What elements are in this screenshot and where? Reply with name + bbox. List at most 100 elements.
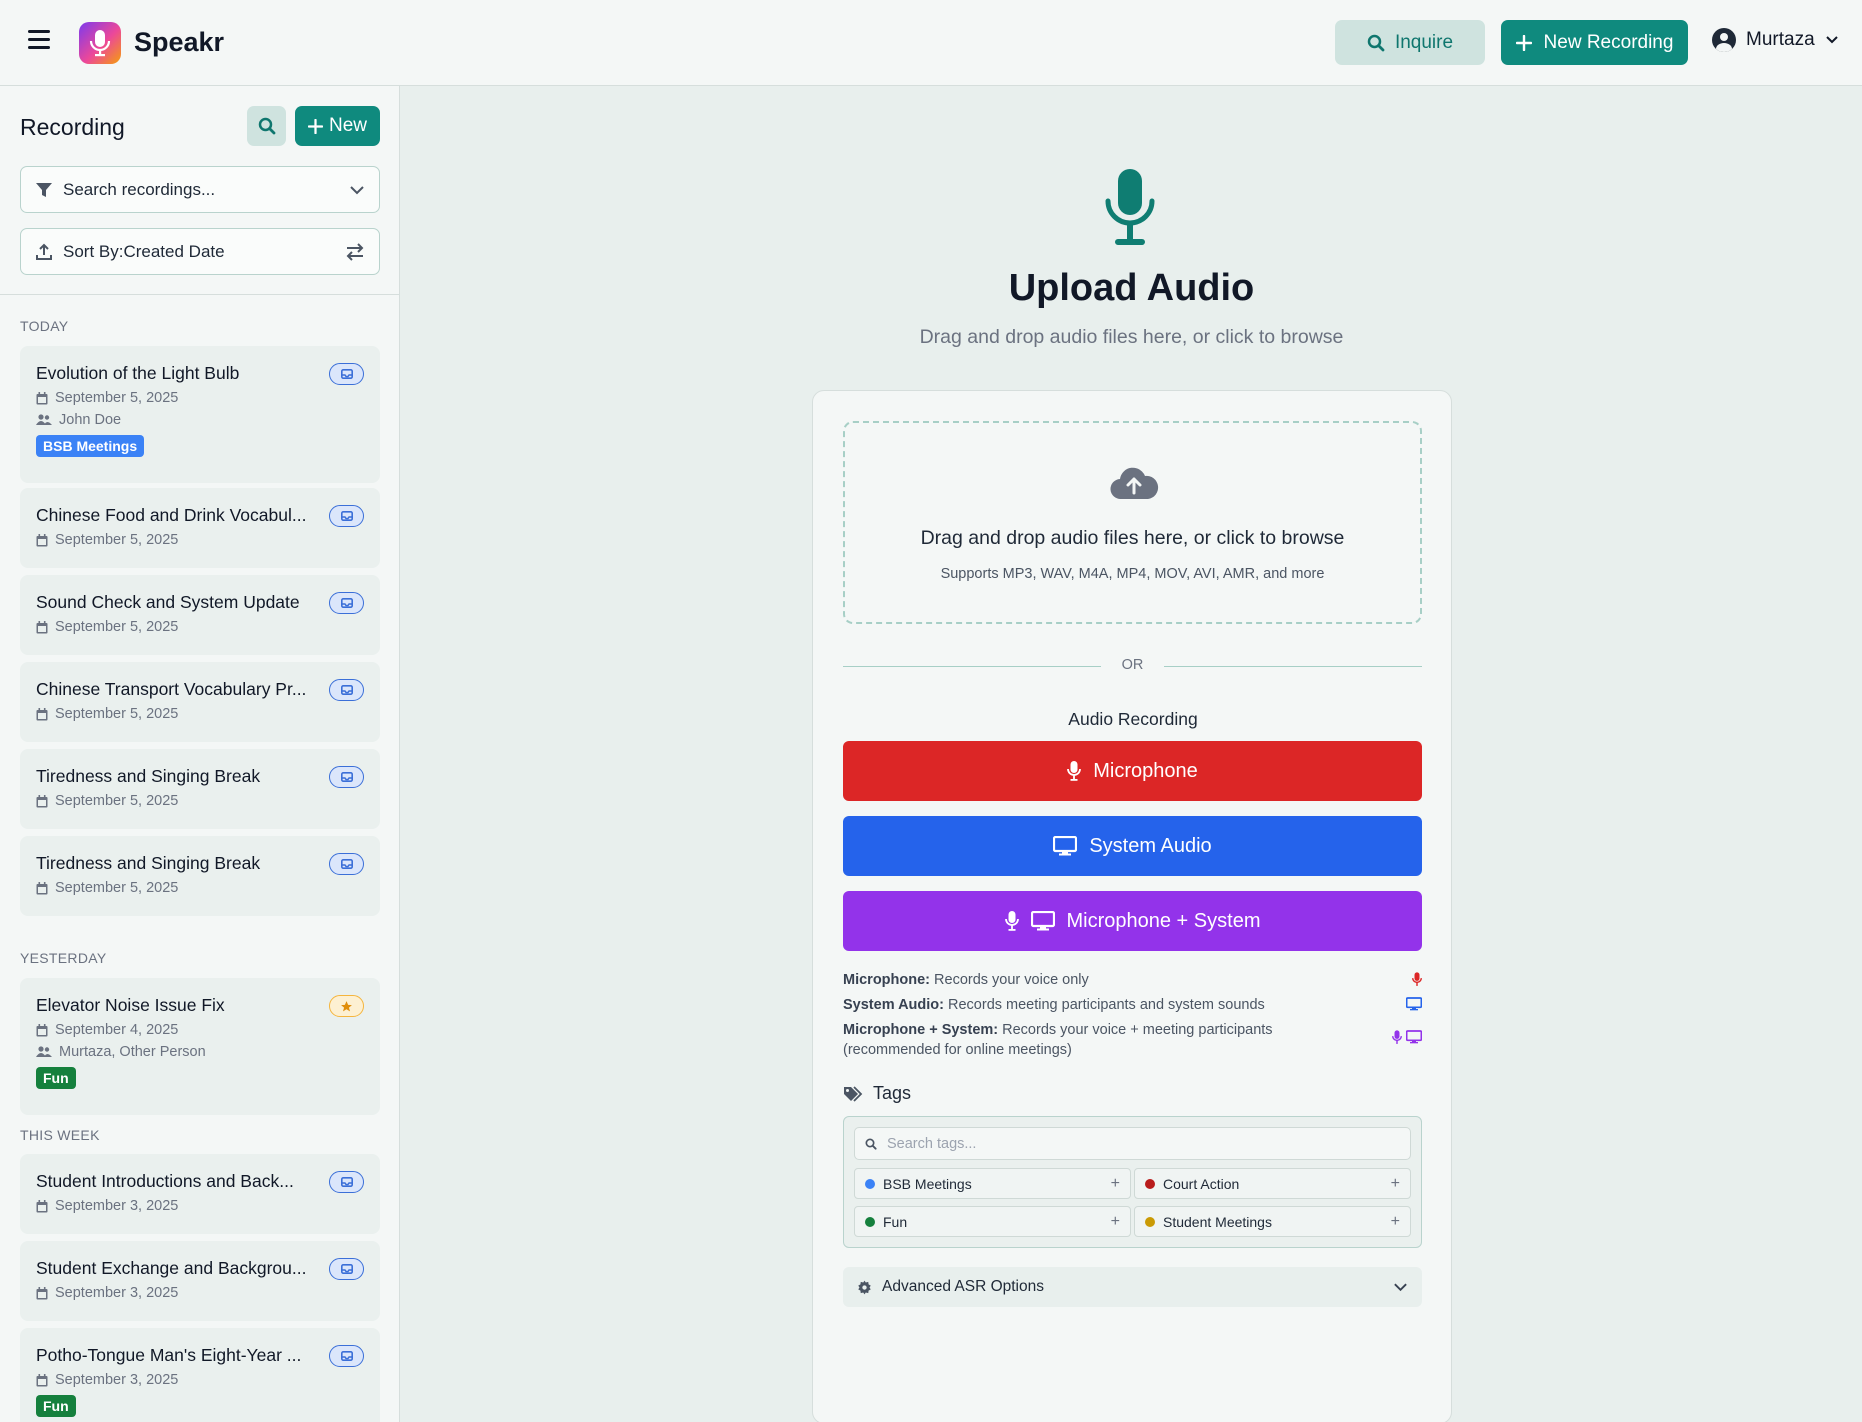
inbox-badge[interactable] <box>329 363 364 385</box>
plus-icon: + <box>1110 1212 1120 1230</box>
recording-tag-chip[interactable]: Fun <box>36 1395 76 1417</box>
audio-dropzone[interactable]: Drag and drop audio files here, or click… <box>843 421 1422 624</box>
user-menu[interactable]: Murtaza <box>1712 28 1839 52</box>
sort-by-dropdown[interactable]: Sort By:Created Date <box>20 228 380 275</box>
recording-card[interactable]: Elevator Noise Issue Fix September 4, 20… <box>20 978 380 1115</box>
recording-date: September 5, 2025 <box>55 619 179 635</box>
inquire-button[interactable]: Inquire <box>1335 20 1485 65</box>
tag-option-bsb-meetings[interactable]: BSB Meetings + <box>854 1168 1131 1199</box>
desktop-icon <box>1406 997 1422 1011</box>
sort-by-label: Sort By:Created Date <box>63 241 225 261</box>
info-desc: Records your voice only <box>934 972 1089 988</box>
info-term: Microphone + System: <box>843 1022 999 1038</box>
upload-audio-title: Upload Audio <box>1008 267 1255 309</box>
new-recording-button[interactable]: New Recording <box>1501 20 1688 65</box>
sidebar-new-button[interactable]: New <box>295 106 380 146</box>
inbox-icon <box>340 511 353 521</box>
inbox-badge[interactable] <box>329 679 364 701</box>
inbox-icon <box>340 772 353 782</box>
recording-card[interactable]: Sound Check and System Update September … <box>20 575 380 655</box>
recording-tag-chip[interactable]: BSB Meetings <box>36 435 145 457</box>
cloud-upload-icon <box>1110 467 1159 500</box>
hamburger-menu-icon[interactable] <box>28 30 50 52</box>
tags-heading: Tags <box>843 1083 911 1104</box>
recording-date-row: September 5, 2025 <box>36 706 364 722</box>
tag-option-court-action[interactable]: Court Action + <box>1134 1168 1411 1199</box>
inbox-badge[interactable] <box>329 853 364 875</box>
recording-card[interactable]: Potho-Tongue Man's Eight-Year ... Septem… <box>20 1328 380 1422</box>
swap-arrows-icon[interactable] <box>345 242 365 261</box>
inbox-badge[interactable] <box>329 1345 364 1367</box>
inbox-badge[interactable] <box>329 1171 364 1193</box>
recording-card[interactable]: Chinese Transport Vocabulary Pr... Septe… <box>20 662 380 742</box>
upload-audio-subtitle: Drag and drop audio files here, or click… <box>919 326 1344 348</box>
search-icon <box>865 1138 877 1150</box>
inbox-badge[interactable] <box>329 505 364 527</box>
search-recordings-placeholder: Search recordings... <box>63 179 216 199</box>
calendar-icon <box>36 1023 48 1036</box>
recording-date-row: September 5, 2025 <box>36 793 364 809</box>
info-microphone: Microphone: Records your voice only <box>843 970 1422 990</box>
plus-icon <box>307 118 323 134</box>
microphone-icon <box>1067 761 1082 781</box>
advanced-asr-options-toggle[interactable]: Advanced ASR Options <box>843 1267 1422 1307</box>
sidebar-divider <box>0 294 399 295</box>
recording-title: Evolution of the Light Bulb <box>36 363 240 383</box>
tag-color-dot <box>865 1178 875 1189</box>
microphone-system-button-label: Microphone + System <box>1066 909 1261 932</box>
plus-icon <box>1515 34 1532 51</box>
tags-search-placeholder: Search tags... <box>887 1135 977 1152</box>
info-term: System Audio: <box>843 997 944 1013</box>
calendar-icon <box>36 1286 48 1299</box>
recording-date: September 3, 2025 <box>55 1198 179 1214</box>
upload-panel: Drag and drop audio files here, or click… <box>812 390 1452 1422</box>
recording-date: September 3, 2025 <box>55 1372 179 1388</box>
recording-date: September 3, 2025 <box>55 1285 179 1301</box>
new-recording-label: New Recording <box>1543 31 1674 53</box>
recording-date-row: September 5, 2025 <box>36 532 364 548</box>
chevron-down-icon <box>1394 1283 1407 1292</box>
search-recordings-dropdown[interactable]: Search recordings... <box>20 166 380 213</box>
system-audio-button[interactable]: System Audio <box>843 816 1422 876</box>
tags-search-input[interactable]: Search tags... <box>854 1127 1411 1160</box>
inbox-badge[interactable] <box>329 592 364 614</box>
tag-option-fun[interactable]: Fun + <box>854 1206 1131 1237</box>
sidebar-search-button[interactable] <box>247 106 286 146</box>
calendar-icon <box>36 533 48 546</box>
recording-date-row: September 5, 2025 <box>36 390 364 406</box>
recording-card[interactable]: Tiredness and Singing Break September 5,… <box>20 749 380 829</box>
inbox-icon <box>340 1177 353 1187</box>
or-divider: OR <box>843 656 1422 676</box>
tag-color-dot <box>1145 1178 1155 1189</box>
recordings-sidebar: Recording New Search recordings... Sort … <box>0 86 400 1422</box>
star-badge[interactable] <box>329 995 364 1017</box>
inbox-badge[interactable] <box>329 766 364 788</box>
recording-title: Potho-Tongue Man's Eight-Year ... <box>36 1345 302 1365</box>
microphone-system-button[interactable]: Microphone + System <box>843 891 1422 951</box>
plus-icon: + <box>1110 1174 1120 1192</box>
recording-date-row: September 5, 2025 <box>36 619 364 635</box>
recording-title: Sound Check and System Update <box>36 592 300 612</box>
recording-date-row: September 3, 2025 <box>36 1198 364 1214</box>
recording-card[interactable]: Student Introductions and Back... Septem… <box>20 1154 380 1234</box>
microphone-button[interactable]: Microphone <box>843 741 1422 801</box>
inbox-badge[interactable] <box>329 1258 364 1280</box>
recording-card[interactable]: Evolution of the Light Bulb September 5,… <box>20 346 380 483</box>
tag-color-dot <box>1145 1216 1155 1227</box>
recording-date: September 5, 2025 <box>55 390 179 406</box>
recording-card[interactable]: Chinese Food and Drink Vocabul... Septem… <box>20 488 380 568</box>
recording-card[interactable]: Tiredness and Singing Break September 5,… <box>20 836 380 916</box>
system-audio-button-label: System Audio <box>1089 834 1212 857</box>
calendar-icon <box>36 1373 48 1386</box>
microphone-button-label: Microphone <box>1093 759 1198 782</box>
recording-card[interactable]: Student Exchange and Backgrou... Septemb… <box>20 1241 380 1321</box>
inbox-icon <box>340 685 353 695</box>
tag-option-student-meetings[interactable]: Student Meetings + <box>1134 1206 1411 1237</box>
calendar-icon <box>36 1199 48 1212</box>
info-icons <box>1392 1030 1422 1045</box>
or-label: OR <box>1121 657 1144 673</box>
users-icon <box>36 1046 52 1057</box>
recording-tag-chip[interactable]: Fun <box>36 1067 76 1089</box>
tags-label: Tags <box>873 1083 912 1103</box>
inquire-label: Inquire <box>1394 31 1454 53</box>
